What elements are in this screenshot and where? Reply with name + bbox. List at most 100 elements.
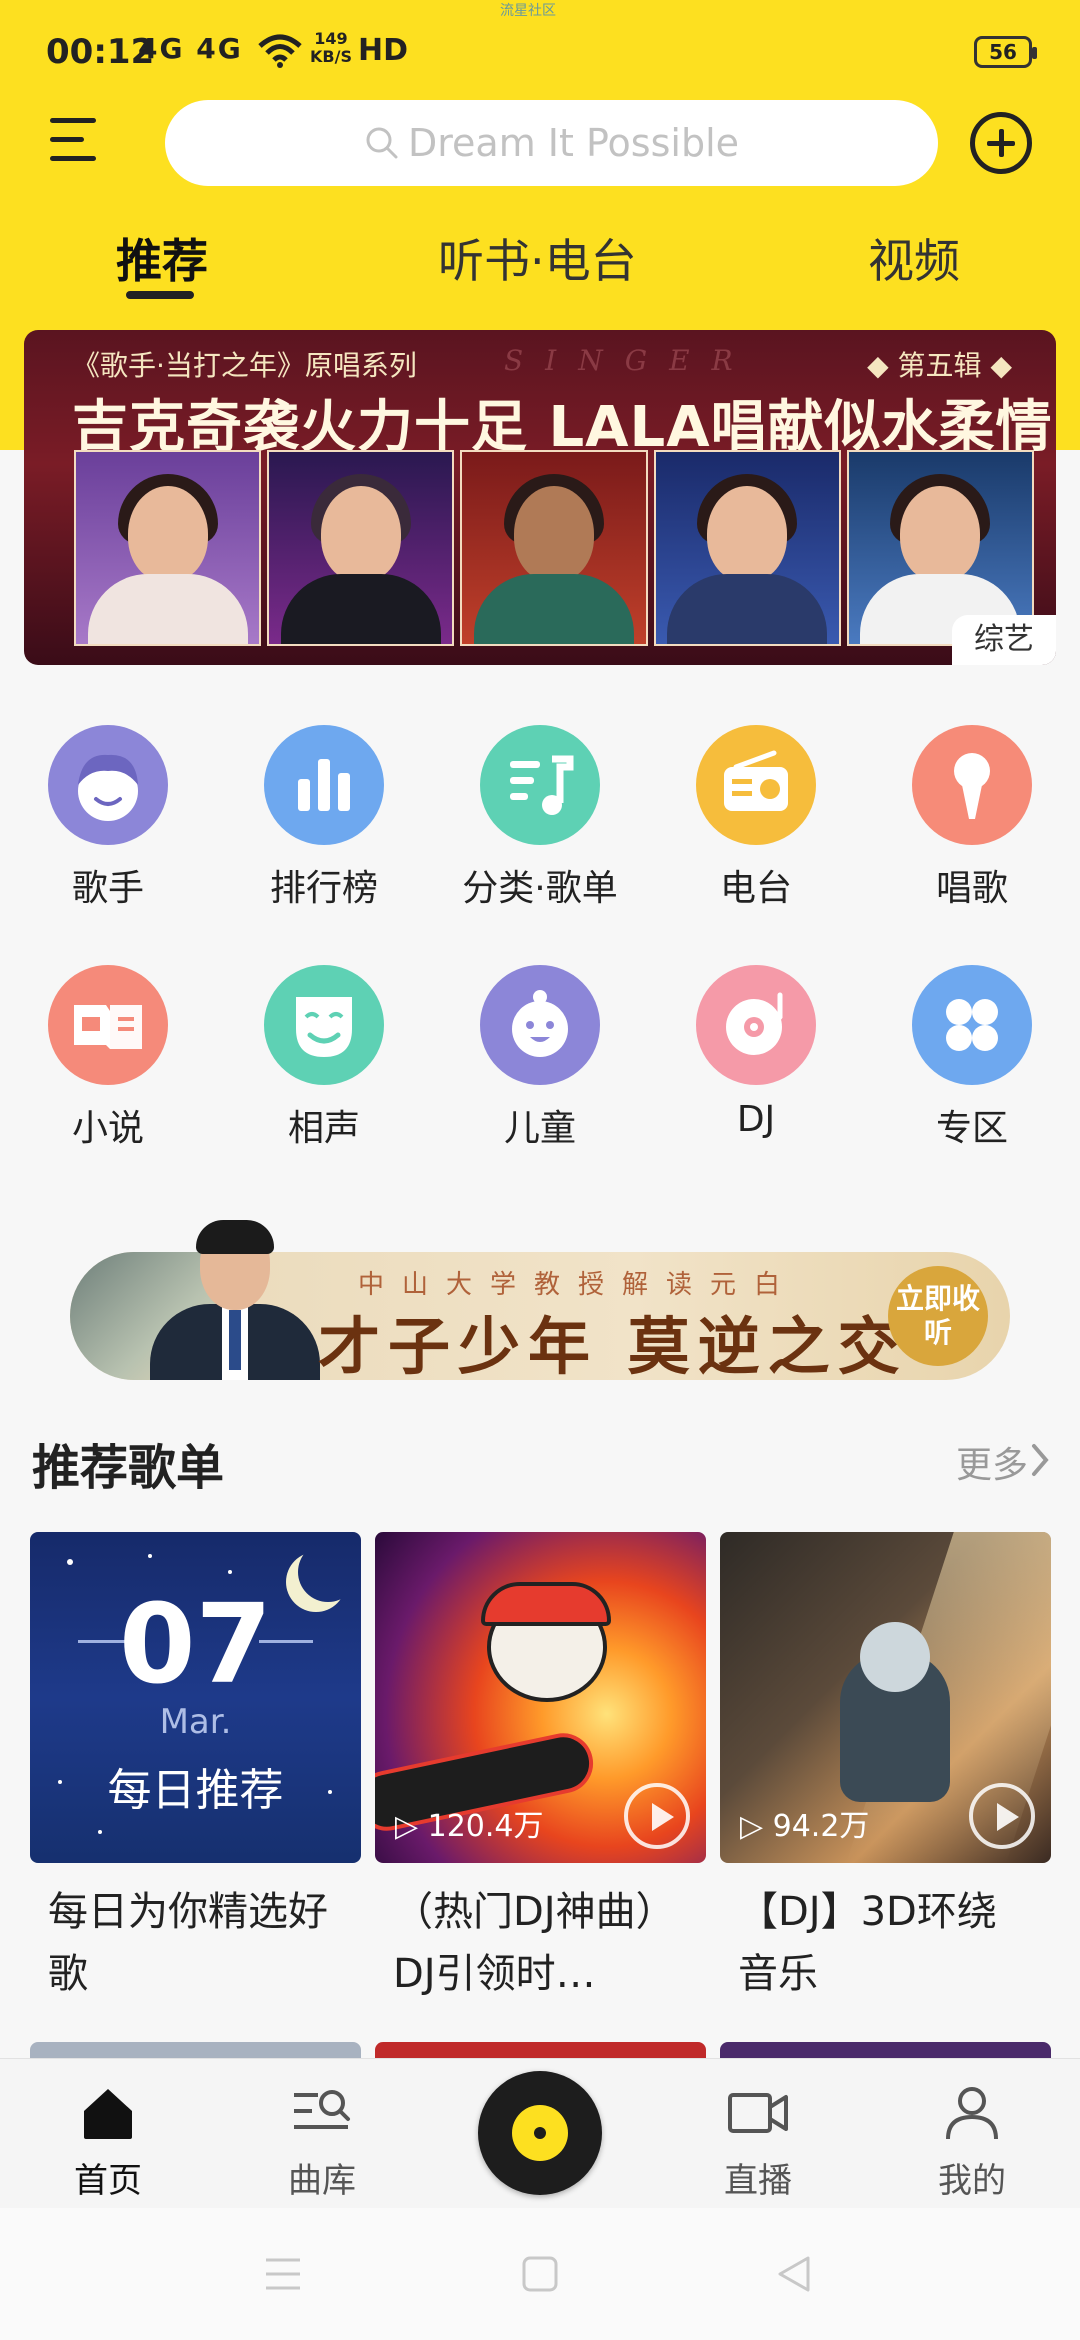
play-icon[interactable]: [624, 1783, 690, 1849]
category-label: 分类·歌单: [462, 868, 618, 909]
person-tie: [229, 1310, 241, 1370]
promo-title: 才子少年 莫逆之交: [318, 1310, 908, 1383]
nav-label: 我的: [938, 2161, 1006, 2201]
category-label: DJ: [736, 1099, 776, 1140]
singer-photo: [460, 450, 648, 646]
search-placeholder: Dream It Possible: [407, 121, 739, 165]
photo-body: [87, 574, 248, 644]
cover-month: Mar.: [159, 1702, 232, 1742]
category-crosstalk[interactable]: 相声: [224, 965, 424, 1151]
category-label: 儿童: [503, 1108, 576, 1149]
nav-home[interactable]: 首页: [38, 2085, 178, 2202]
category-chart[interactable]: 排行榜: [224, 725, 424, 911]
category-zone[interactable]: 专区: [872, 965, 1072, 1151]
category-label: 唱歌: [935, 868, 1008, 909]
turntable-icon: [696, 965, 816, 1085]
search-input[interactable]: Dream It Possible: [165, 100, 938, 186]
more-link[interactable]: 更多: [956, 1436, 1028, 1488]
banner-singer-text: SINGER: [504, 344, 755, 377]
menu-button[interactable]: [50, 118, 106, 166]
playlist-title[interactable]: 【DJ】3D环绕音乐: [720, 1863, 1051, 2013]
person-hair: [196, 1220, 274, 1254]
category-novel[interactable]: 小说: [8, 965, 208, 1151]
home-square-icon[interactable]: [520, 2254, 560, 2294]
promo-person: [130, 1220, 330, 1380]
tab-recommend[interactable]: 推荐: [116, 225, 208, 291]
playlist-cover[interactable]: ▷ 94.2万: [720, 1532, 1051, 1863]
photo-face: [127, 486, 208, 582]
play-icon[interactable]: [969, 1783, 1035, 1849]
speed-value: 149: [314, 29, 348, 48]
banner-series: 《歌手·当打之年》原唱系列: [72, 349, 417, 382]
cover-label: 每日推荐: [107, 1765, 284, 1816]
back-icon[interactable]: [774, 2254, 814, 2294]
hero-banner[interactable]: 《歌手·当打之年》原唱系列 SINGER ◆ 第五辑 ◆ 吉克奇袭火力十足 LA…: [24, 330, 1056, 665]
microphone-icon: [912, 725, 1032, 845]
category-label: 小说: [71, 1108, 144, 1149]
nav-library[interactable]: 曲库: [252, 2085, 392, 2202]
category-singer[interactable]: 歌手: [8, 725, 208, 911]
tab-audiobook-radio[interactable]: 听书·电台: [438, 225, 637, 291]
photo-body: [474, 574, 634, 644]
photo-face: [514, 486, 594, 582]
nav-mine[interactable]: 我的: [902, 2085, 1042, 2202]
hd-indicator: HD: [358, 33, 409, 68]
bar-chart-icon: [264, 725, 384, 845]
chevron-right-icon[interactable]: [1030, 1442, 1050, 1478]
baby-face-icon: [480, 965, 600, 1085]
play-count: ▷ 94.2万: [740, 1809, 870, 1844]
playlist-card[interactable]: 07 Mar. 每日推荐 每日为你精选好歌: [30, 1532, 361, 2013]
tab-video[interactable]: 视频: [868, 225, 960, 291]
category-radio[interactable]: 电台: [656, 725, 856, 911]
library-search-icon: [294, 2090, 350, 2129]
category-dj[interactable]: DJ: [656, 965, 856, 1140]
category-label: 专区: [935, 1108, 1008, 1149]
category-label: 排行榜: [269, 868, 378, 909]
search-icon: [366, 127, 398, 159]
nav-label: 首页: [74, 2161, 142, 2201]
category-sing[interactable]: 唱歌: [872, 725, 1072, 911]
category-label: 歌手: [71, 868, 144, 909]
singer-photo: [653, 450, 841, 646]
playlist-title[interactable]: 每日为你精选好歌: [30, 1863, 361, 2013]
category-label: 相声: [287, 1108, 360, 1149]
video-camera-icon: [728, 2093, 788, 2133]
figure-head: [860, 1622, 930, 1692]
speed-unit: KB/S: [310, 47, 352, 66]
playlist-title[interactable]: （热门DJ神曲）DJ引领时…: [375, 1863, 706, 2013]
photo-body: [667, 574, 828, 644]
status-bar: 00:12 4G 4G 149 KB/S HD 流星社区 56: [0, 0, 1080, 100]
category-playlist[interactable]: 分类·歌单: [440, 725, 640, 911]
recent-apps-icon[interactable]: [262, 2254, 304, 2294]
menu-line: [50, 137, 84, 142]
promo-banner[interactable]: 中山大学教授解读元白 才子少年 莫逆之交 立即收听: [70, 1220, 1010, 1383]
banner-tag: 综艺: [952, 615, 1056, 665]
photo-body: [280, 574, 441, 644]
now-playing-disc[interactable]: [478, 2071, 602, 2195]
add-button[interactable]: [970, 112, 1032, 174]
nav-live[interactable]: 直播: [688, 2085, 828, 2202]
singer-photo: [267, 450, 455, 646]
daily-recommend-cover[interactable]: 07 Mar. 每日推荐: [30, 1532, 361, 1863]
user-icon: [946, 2087, 998, 2140]
photo-face: [900, 486, 981, 582]
menu-line: [50, 118, 96, 123]
banner-photos: [74, 450, 1035, 646]
section-title: 推荐歌单: [32, 1440, 225, 1496]
bottom-nav: 首页 曲库 直播 我的: [0, 2058, 1080, 2208]
grid-icon: [912, 965, 1032, 1085]
playlist-card[interactable]: ▷ 120.4万 （热门DJ神曲）DJ引领时…: [375, 1532, 706, 2013]
playlist-card[interactable]: ▷ 94.2万 【DJ】3D环绕音乐: [720, 1532, 1051, 2013]
singer-face-icon: [48, 725, 168, 845]
playlist-cover[interactable]: ▷ 120.4万: [375, 1532, 706, 1863]
photo-face: [320, 486, 401, 582]
nav-label: 曲库: [288, 2161, 356, 2201]
category-kids[interactable]: 儿童: [440, 965, 640, 1151]
tab-active-indicator: [126, 291, 194, 299]
nav-label: 直播: [724, 2161, 792, 2201]
listen-now-button[interactable]: 立即收听: [888, 1266, 988, 1366]
menu-line: [50, 156, 96, 161]
status-center-text: 流星社区: [500, 3, 556, 19]
character-cap: [481, 1582, 611, 1626]
playlist-note-icon: [480, 725, 600, 845]
